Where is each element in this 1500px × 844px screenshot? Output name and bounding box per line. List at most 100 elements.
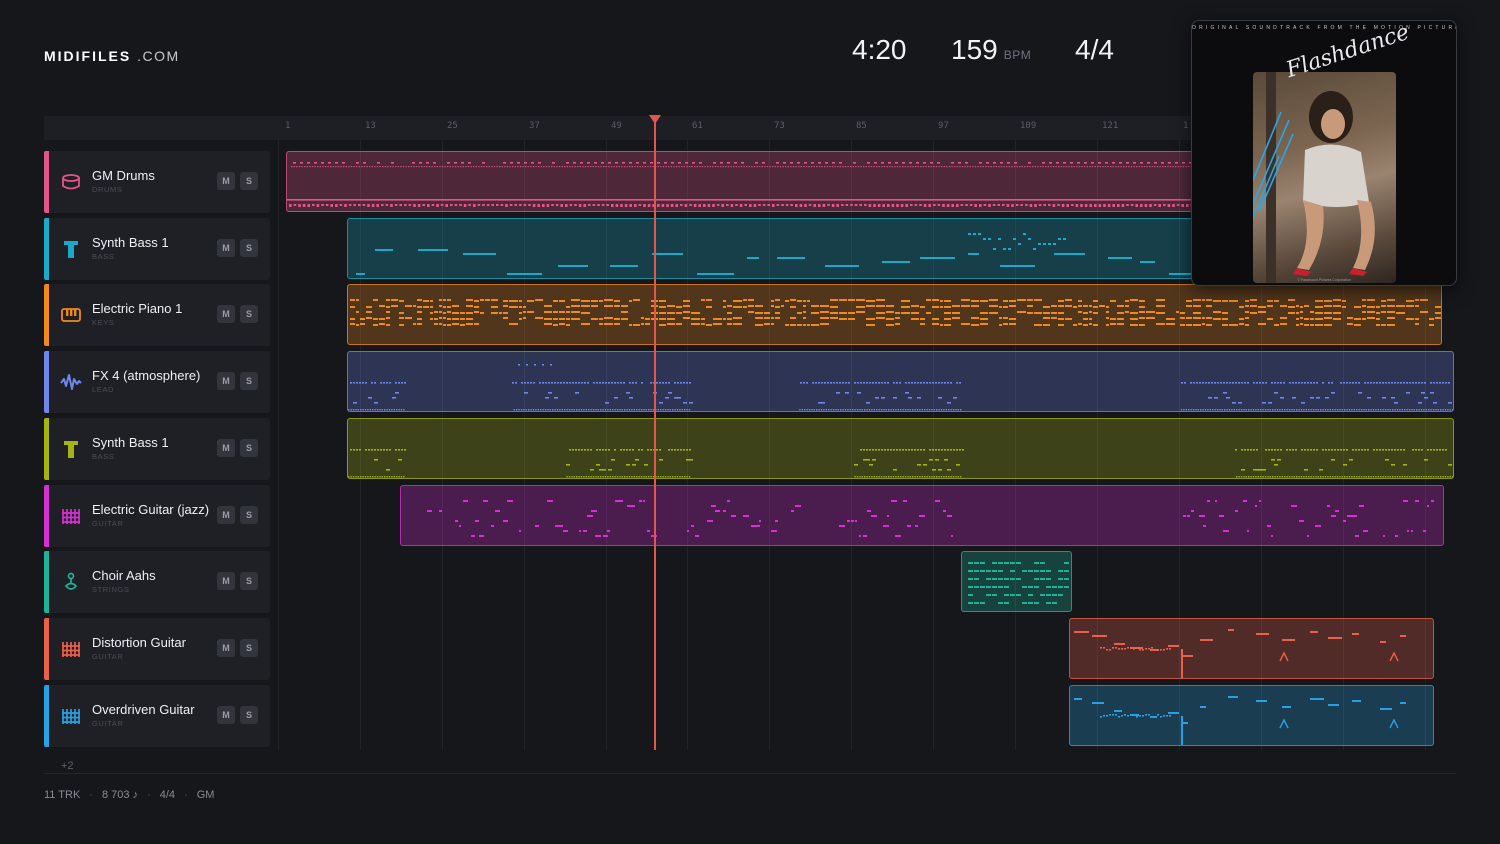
track-name: Electric Piano 1 <box>92 301 183 316</box>
album-subtitle: ORIGINAL SOUNDTRACK FROM THE MOTION PICT… <box>1192 25 1457 31</box>
mute-button[interactable]: M <box>217 305 235 323</box>
separator: · <box>184 789 188 801</box>
keyboard-icon <box>59 303 83 327</box>
track-color-bar <box>44 351 49 413</box>
track-category: LEAD <box>92 385 114 394</box>
track-count: 11 TRK <box>44 789 81 801</box>
track-header[interactable]: Synth Bass 1 BASS M S <box>44 418 270 480</box>
track-header[interactable]: Distortion Guitar GUITAR M S <box>44 618 270 680</box>
track-header[interactable]: FX 4 (atmosphere) LEAD M S <box>44 351 270 413</box>
bpm-value: 159 <box>951 34 998 65</box>
ruler-tick-label: 13 <box>365 121 376 131</box>
midi-notes <box>1074 629 1406 678</box>
playhead-handle[interactable] <box>649 115 661 124</box>
track-header[interactable]: Synth Bass 1 BASS M S <box>44 218 270 280</box>
footer-stats: 11 TRK · 8 703 ♪ · 4/4 · GM <box>44 789 214 801</box>
midi-clip[interactable] <box>961 551 1072 612</box>
mute-button[interactable]: M <box>217 372 235 390</box>
track-header[interactable]: Choir Aahs STRINGS M S <box>44 551 270 613</box>
midi-notes <box>350 299 1441 326</box>
track-color-bar <box>44 418 49 480</box>
solo-button[interactable]: S <box>240 372 258 390</box>
track-color-bar <box>44 218 49 280</box>
solo-button[interactable]: S <box>240 639 258 657</box>
solo-button[interactable]: S <box>240 572 258 590</box>
track-name: Electric Guitar (jazz) <box>92 502 210 517</box>
album-cover: ORIGINAL SOUNDTRACK FROM THE MOTION PICT… <box>1191 20 1457 286</box>
ruler-tick-label: 85 <box>856 121 867 131</box>
bass-icon <box>59 237 83 261</box>
track-category: KEYS <box>92 318 115 327</box>
ruler-tick-label: 37 <box>529 121 540 131</box>
mute-button[interactable]: M <box>217 706 235 724</box>
track-name: Overdriven Guitar <box>92 702 195 717</box>
track-header[interactable]: Electric Guitar (jazz) GUITAR M S <box>44 485 270 547</box>
ruler-tick-label: 73 <box>774 121 785 131</box>
ruler-tick-label: 1 <box>1183 121 1189 131</box>
bpm-unit: BPM <box>1003 48 1032 62</box>
midi-clip[interactable] <box>1069 685 1434 746</box>
track-category: BASS <box>92 452 115 461</box>
solo-button[interactable]: S <box>240 172 258 190</box>
brand-domain: .COM <box>137 48 180 64</box>
track-name: Choir Aahs <box>92 568 156 583</box>
footer-meter: 4/4 <box>159 789 176 801</box>
guitar-grid-icon <box>59 504 83 528</box>
track-category: GUITAR <box>92 652 124 661</box>
track-header[interactable]: GM Drums DRUMS M S <box>44 151 270 213</box>
song-duration: 4:20 <box>852 34 907 65</box>
album-artwork <box>1253 72 1375 283</box>
track-header[interactable]: Overdriven Guitar GUITAR M S <box>44 685 270 747</box>
mute-button[interactable]: M <box>217 239 235 257</box>
track-name: GM Drums <box>92 168 155 183</box>
track-color-bar <box>44 551 49 613</box>
ruler-tick-label: 25 <box>447 121 458 131</box>
brand-logo: MIDIFILES .COM <box>44 48 180 64</box>
track-color-bar <box>44 618 49 680</box>
track-color-bar <box>44 685 49 747</box>
bass-icon <box>59 437 83 461</box>
solo-button[interactable]: S <box>240 506 258 524</box>
midi-clip[interactable] <box>400 485 1444 546</box>
midi-notes <box>968 562 1069 604</box>
ruler-tick-label: 1 <box>285 121 291 131</box>
solo-button[interactable]: S <box>240 305 258 323</box>
track-category: DRUMS <box>92 185 123 194</box>
track-category: GUITAR <box>92 719 124 728</box>
ruler-tick-label: 49 <box>611 121 622 131</box>
album-fineprint: © Paramount Pictures Corporation <box>1297 278 1351 282</box>
separator: · <box>89 789 93 801</box>
mute-button[interactable]: M <box>217 572 235 590</box>
midi-clip[interactable] <box>347 284 1442 345</box>
ruler-tick-label: 109 <box>1020 121 1037 131</box>
midi-notes <box>348 449 1453 478</box>
solo-button[interactable]: S <box>240 706 258 724</box>
mute-button[interactable]: M <box>217 172 235 190</box>
midi-clip[interactable] <box>1069 618 1434 679</box>
footer-divider <box>44 773 1456 774</box>
track-header[interactable]: Electric Piano 1 KEYS M S <box>44 284 270 346</box>
midi-clip[interactable] <box>347 418 1454 479</box>
track-color-bar <box>44 284 49 346</box>
track-color-bar <box>44 151 49 213</box>
wave-icon <box>59 370 83 394</box>
track-name: Distortion Guitar <box>92 635 186 650</box>
playhead[interactable] <box>654 116 656 750</box>
ruler-tick-label: 61 <box>692 121 703 131</box>
midi-notes <box>427 500 1434 537</box>
more-tracks-indicator[interactable]: +2 <box>61 760 74 772</box>
midi-notes <box>348 364 1453 411</box>
choir-icon <box>59 570 83 594</box>
drum-icon <box>59 170 83 194</box>
track-name: Synth Bass 1 <box>92 235 169 250</box>
solo-button[interactable]: S <box>240 439 258 457</box>
solo-button[interactable]: S <box>240 239 258 257</box>
midi-notes <box>1074 696 1406 745</box>
midi-clip[interactable] <box>347 351 1454 412</box>
tempo-display: 159 BPM <box>951 34 1031 66</box>
track-category: STRINGS <box>92 585 130 594</box>
mute-button[interactable]: M <box>217 439 235 457</box>
mute-button[interactable]: M <box>217 506 235 524</box>
grid-line <box>278 140 279 750</box>
mute-button[interactable]: M <box>217 639 235 657</box>
